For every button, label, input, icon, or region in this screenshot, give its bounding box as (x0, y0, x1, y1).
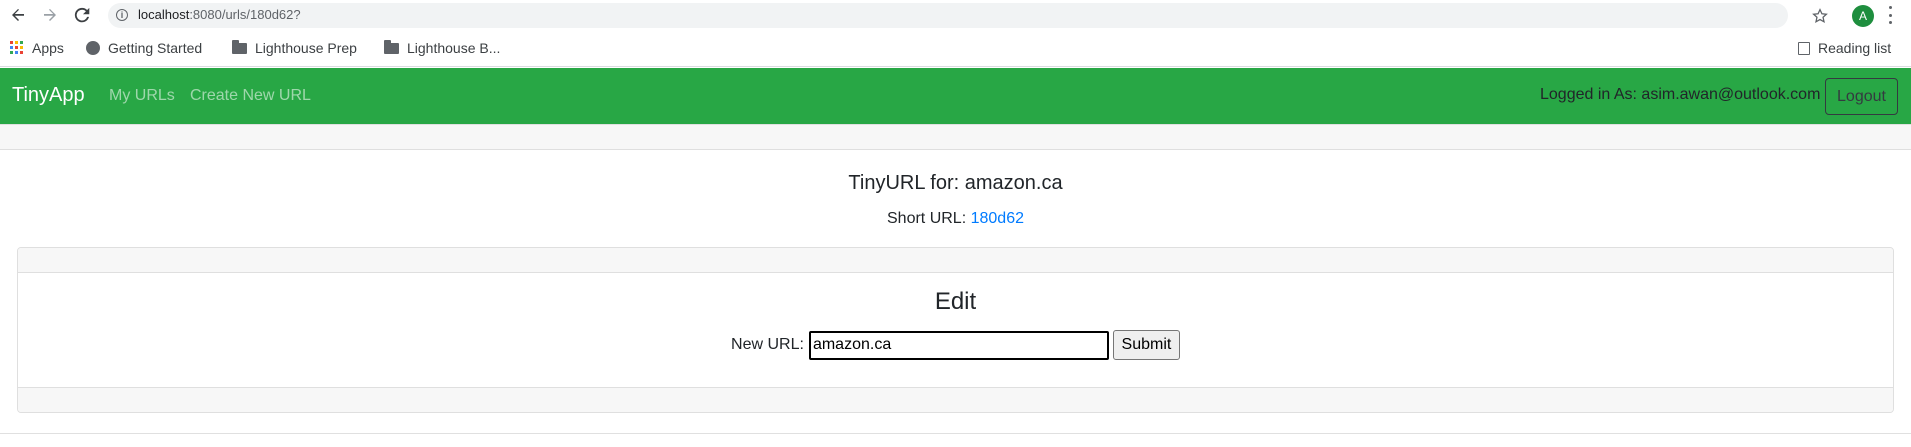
page-title: TinyURL for: amazon.ca (848, 172, 1063, 194)
new-url-label: New URL: (731, 336, 804, 353)
short-url-link[interactable]: 180d62 (971, 210, 1024, 227)
apps-grid-icon (10, 41, 24, 55)
new-url-input[interactable] (808, 330, 1109, 360)
profile-avatar[interactable]: A (1852, 5, 1874, 27)
url-card: TinyURL for: amazon.ca Short URL: 180d62… (0, 124, 1911, 434)
folder-icon (384, 39, 399, 54)
reading-list-label: Reading list (1818, 40, 1892, 56)
back-icon[interactable] (8, 5, 28, 25)
bookmark-lighthouse-b[interactable]: Lighthouse B... (384, 39, 501, 56)
bookmark-star-icon[interactable] (1812, 8, 1832, 28)
reading-list-icon (1798, 41, 1810, 55)
bookmark-getting-started[interactable]: Getting Started (86, 40, 202, 56)
bookmark-label: Lighthouse B... (407, 40, 501, 56)
info-icon[interactable]: i (116, 9, 128, 21)
bookmark-lighthouse-prep[interactable]: Lighthouse Prep (232, 39, 357, 56)
reading-list[interactable]: Reading list (1798, 40, 1891, 56)
logged-in-text: Logged in As: asim.awan@outlook.com (1540, 86, 1821, 103)
forward-icon[interactable] (40, 5, 60, 25)
short-url-line: Short URL: 180d62 (0, 210, 1911, 228)
submit-button[interactable]: Submit (1112, 330, 1180, 360)
url-path: :8080/urls/180d62? (189, 7, 301, 22)
reload-icon[interactable] (72, 5, 92, 25)
bookmark-apps[interactable]: Apps (10, 40, 64, 56)
logout-button[interactable]: Logout (1825, 78, 1898, 115)
edit-card-footer (18, 387, 1893, 412)
bookmark-label: Apps (32, 40, 64, 56)
brand-link[interactable]: TinyApp (12, 84, 85, 107)
card-header (0, 125, 1911, 150)
app-navbar: TinyApp My URLs Create New URL Logged in… (0, 68, 1911, 124)
nav-link-create-new-url[interactable]: Create New URL (190, 87, 311, 105)
short-url-label: Short URL: (887, 210, 971, 227)
folder-icon (232, 39, 247, 54)
edit-form: New URL: Submit (18, 330, 1893, 360)
edit-title: Edit (934, 288, 977, 315)
address-bar[interactable]: i localhost:8080/urls/180d62? (108, 3, 1828, 28)
url-text: localhost:8080/urls/180d62? (138, 7, 301, 22)
edit-card-header (18, 248, 1893, 273)
bookmark-label: Getting Started (108, 40, 203, 56)
bookmark-label: Lighthouse Prep (255, 40, 357, 56)
bookmarks-bar: Apps Getting Started Lighthouse Prep Lig… (0, 31, 1911, 67)
browser-menu-icon[interactable] (1886, 6, 1894, 24)
globe-icon (86, 41, 100, 55)
browser-toolbar: i localhost:8080/urls/180d62? A (0, 0, 1911, 30)
url-host: localhost (138, 7, 190, 22)
edit-card: Edit New URL: Submit (17, 247, 1894, 413)
nav-link-my-urls[interactable]: My URLs (109, 87, 175, 105)
